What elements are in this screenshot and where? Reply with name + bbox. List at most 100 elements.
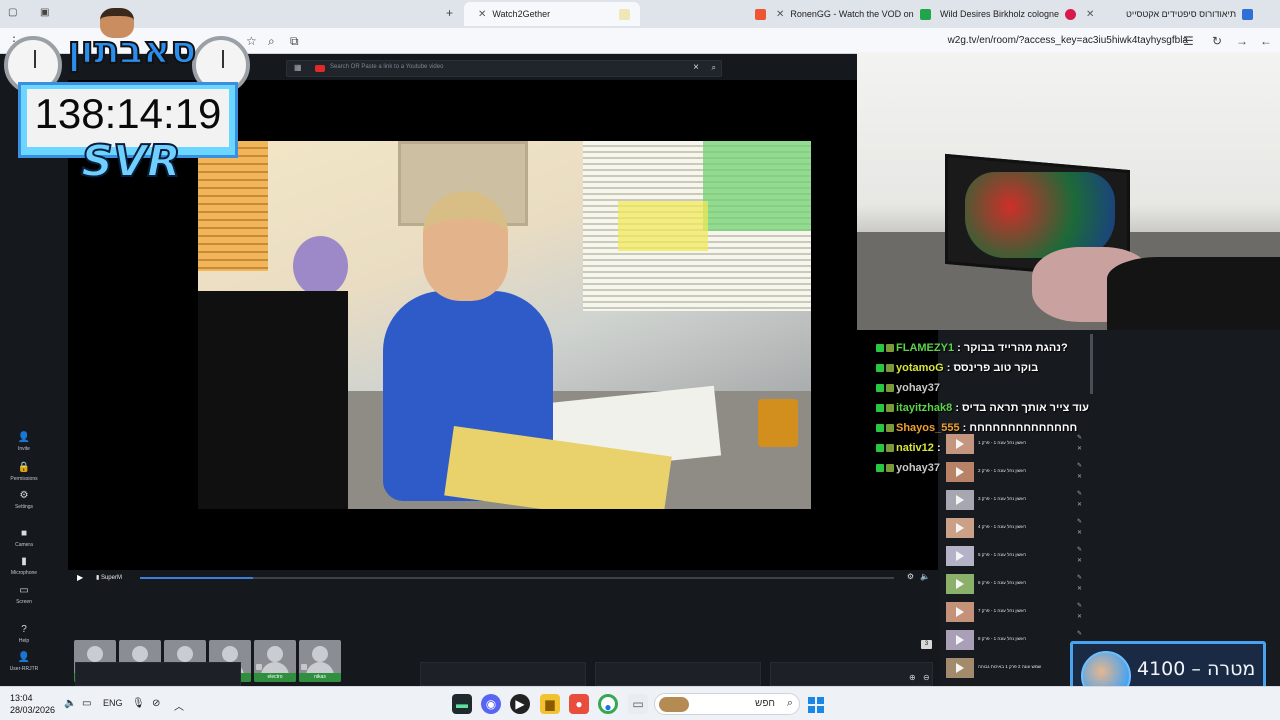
playlist-thumbnail[interactable] bbox=[946, 518, 974, 538]
play-icon[interactable]: ▶ bbox=[77, 573, 83, 582]
windows-start-icon[interactable] bbox=[808, 697, 824, 713]
progress-bar[interactable] bbox=[140, 577, 894, 579]
lower-panel bbox=[420, 662, 586, 686]
playlist-thumbnail[interactable] bbox=[946, 630, 974, 650]
install-app-icon[interactable]: ⧉ bbox=[290, 34, 299, 49]
taskbar-search[interactable]: חפש ⌕ bbox=[654, 693, 800, 715]
zoom-icon[interactable]: ⌕ bbox=[268, 34, 275, 49]
terminal-app-icon[interactable]: ▬ bbox=[452, 694, 472, 714]
search-input[interactable]: Search OR Paste a link to a Youtube vide… bbox=[330, 64, 443, 70]
task-view-app-icon[interactable]: ▭ bbox=[628, 694, 648, 714]
tab-wild-desires[interactable]: Wild Desires Birkholz cologne ✕ bbox=[940, 2, 1120, 26]
media-player-app-icon[interactable]: ▶ bbox=[510, 694, 530, 714]
nav-microphone[interactable]: ▮ Microphone bbox=[0, 556, 48, 576]
nav-help[interactable]: ? Help bbox=[0, 624, 48, 644]
forward-icon[interactable]: → bbox=[1236, 34, 1248, 48]
language-indicator[interactable]: ENG bbox=[103, 698, 123, 708]
playlist-item[interactable]: ראשון נחל עונה 1 - פרק 4 ✎ ✕ bbox=[946, 518, 1084, 540]
new-tab-icon[interactable]: + bbox=[446, 6, 453, 20]
file-explorer-app-icon[interactable]: ▆ bbox=[540, 694, 560, 714]
apps-grid-icon[interactable]: ▦ bbox=[294, 63, 302, 72]
discord-app-icon[interactable]: ◉ bbox=[481, 694, 501, 714]
delete-icon[interactable]: ✕ bbox=[1077, 557, 1082, 564]
site-settings-icon[interactable]: ☰ bbox=[1183, 34, 1194, 48]
playlist-item[interactable]: ראשון נחל עונה 1 - פרק 3 ✎ ✕ bbox=[946, 490, 1084, 512]
edit-icon[interactable]: ✎ bbox=[1077, 546, 1082, 553]
youtube-icon bbox=[315, 65, 325, 72]
video-scene-green bbox=[703, 141, 811, 231]
volume-tray-icon[interactable]: 🔈 bbox=[64, 698, 76, 709]
kick-badge-icon bbox=[876, 404, 884, 412]
playlist-item[interactable]: ראשון נחל עונה 1 - פרק 5 ✎ ✕ bbox=[946, 546, 1084, 568]
nav-invite[interactable]: 👤 Invite bbox=[0, 432, 48, 452]
tab-watch2gether[interactable]: ✕ Watch2Gether bbox=[464, 2, 640, 26]
clear-icon[interactable]: × bbox=[693, 62, 699, 73]
delete-icon[interactable]: ✕ bbox=[1077, 613, 1082, 620]
back-icon[interactable]: ← bbox=[1260, 34, 1272, 48]
tab-ronengg[interactable]: ✕ RonenGG - Watch the VOD on bbox=[755, 2, 935, 26]
playlist-item[interactable]: ראשון נחל עונה 1 - פרק 6 ✎ ✕ bbox=[946, 574, 1084, 596]
twitch-favicon-icon bbox=[755, 8, 766, 20]
playlist-item[interactable]: ראשון נחל עונה 1 - פרק 7 ✎ ✕ bbox=[946, 602, 1084, 624]
player-settings-icon[interactable]: ⚙ bbox=[907, 572, 914, 581]
playlist-thumbnail[interactable] bbox=[946, 658, 974, 678]
nav-label: Permissions bbox=[10, 476, 38, 482]
search-icon[interactable]: ⌕ bbox=[712, 63, 716, 73]
playlist-thumbnail[interactable] bbox=[946, 546, 974, 566]
microphone-icon: ▮ bbox=[21, 556, 27, 567]
edit-icon[interactable]: ✎ bbox=[1077, 518, 1082, 525]
nav-camera[interactable]: ■ Camera bbox=[0, 528, 48, 548]
edit-icon[interactable]: ✎ bbox=[1077, 490, 1082, 497]
taskbar-search-input[interactable]: חפש bbox=[755, 698, 775, 709]
nav-user[interactable]: 👤 User-RRJTR bbox=[0, 652, 48, 672]
user-icon: 👤 bbox=[17, 652, 31, 663]
reload-icon[interactable]: ↻ bbox=[1212, 34, 1222, 48]
tab-title: Wild Desires Birkholz cologne bbox=[940, 9, 1060, 19]
cam-scene-controller-art bbox=[965, 172, 1115, 258]
delete-icon[interactable]: ✕ bbox=[1077, 585, 1082, 592]
play-icon bbox=[956, 635, 964, 645]
playlist-item[interactable]: ראשון נחל עונה 1 - פרק 8✎✕ bbox=[946, 630, 1084, 652]
close-tab-icon[interactable]: ✕ bbox=[776, 9, 784, 20]
tab-hebrew-search[interactable]: תיאודורוס סיפטידים אקטסייט bbox=[1126, 2, 1276, 26]
progress-fill bbox=[140, 577, 254, 579]
tray-overflow-icon[interactable]: ︿ bbox=[174, 698, 184, 713]
playlist-thumbnail[interactable] bbox=[946, 574, 974, 594]
playlist-item-title: ראשון נחל עונה 1 - פרק 6 bbox=[978, 580, 1027, 585]
playlist-thumbnail[interactable] bbox=[946, 602, 974, 622]
streaming-app-icon[interactable]: ● bbox=[569, 694, 589, 714]
zoom-out-icon[interactable]: ⊖ bbox=[923, 673, 930, 682]
sub-badge-icon bbox=[886, 404, 894, 412]
play-icon bbox=[956, 495, 964, 505]
video-search-bar[interactable]: ▦ Search OR Paste a link to a Youtube vi… bbox=[286, 60, 722, 77]
close-tab-icon[interactable]: ✕ bbox=[478, 9, 486, 20]
sub-badge-icon bbox=[886, 344, 894, 352]
microphone-tray-icon[interactable]: 🎙 bbox=[132, 698, 145, 709]
zoom-in-icon[interactable]: ⊕ bbox=[909, 673, 916, 682]
nav-settings[interactable]: ⚙ Settings bbox=[0, 490, 48, 510]
close-tab-icon[interactable]: ✕ bbox=[1086, 9, 1094, 20]
delete-icon[interactable]: ✕ bbox=[1077, 501, 1082, 508]
video-frame[interactable] bbox=[198, 141, 811, 509]
url-field[interactable]: w2g.tv/en/room/?access_key=ac3iu5hiwk4ta… bbox=[948, 35, 1188, 46]
clock[interactable]: 13:04 28/03/2026 bbox=[10, 692, 55, 716]
nav-permissions[interactable]: 🔒 Permissions bbox=[0, 462, 48, 482]
lower-panel bbox=[595, 662, 761, 686]
tab-title: Watch2Gether bbox=[492, 9, 551, 19]
edit-icon[interactable]: ✎ bbox=[1077, 630, 1082, 637]
chat-username: yohay37 bbox=[896, 382, 941, 394]
playlist-thumbnail[interactable] bbox=[946, 490, 974, 510]
lower-panel bbox=[75, 662, 241, 686]
nav-screen[interactable]: ▭ Screen bbox=[0, 585, 48, 605]
network-tray-icon[interactable]: ▭ bbox=[82, 698, 91, 709]
camera-off-tray-icon[interactable]: ⊘ bbox=[152, 698, 160, 709]
windows-logo-pane bbox=[808, 697, 815, 704]
volume-icon[interactable]: 🔈 bbox=[920, 572, 930, 581]
edit-icon[interactable]: ✎ bbox=[1077, 574, 1082, 581]
controller-user-name: SuperM bbox=[100, 575, 122, 581]
tab-title: RonenGG - Watch the VOD on bbox=[790, 9, 914, 19]
playlist-item[interactable]: שמש עונה 2 פרק 1 באיכות גבוהה✎✕ bbox=[946, 658, 1084, 680]
edit-icon[interactable]: ✎ bbox=[1077, 602, 1082, 609]
delete-icon[interactable]: ✕ bbox=[1077, 529, 1082, 536]
chrome-app-icon[interactable]: ● bbox=[598, 694, 618, 714]
